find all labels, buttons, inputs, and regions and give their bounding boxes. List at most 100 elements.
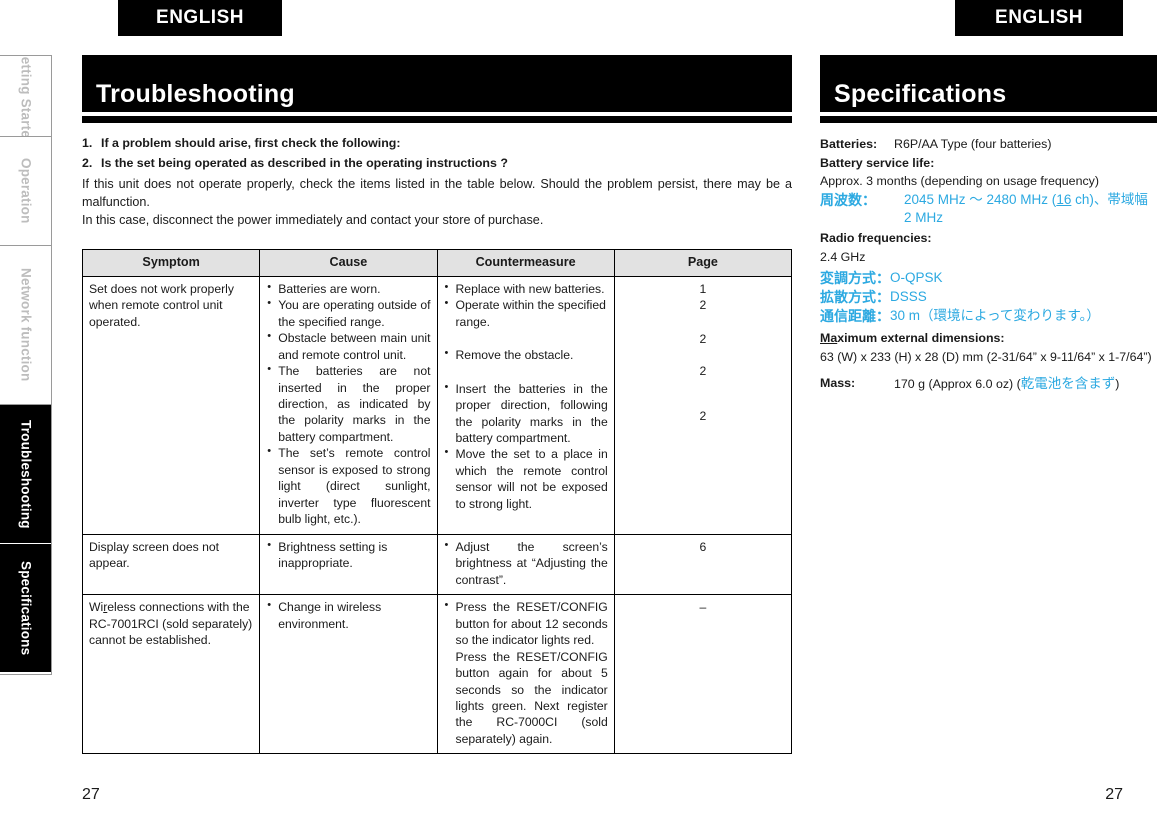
table-row: Display screen does not appear. Brightne… bbox=[81, 533, 793, 596]
spec-label-jp: 拡散方式： bbox=[820, 289, 890, 306]
spec-mass: Mass: 170 g (Approx 6.0 oz) (乾電池を含まず) bbox=[820, 374, 1157, 394]
page-ref: 2 bbox=[699, 298, 707, 313]
cell-countermeasure: Press the RESET/CONFIG button for about … bbox=[436, 594, 615, 755]
cause-item: You are operating outside of the specifi… bbox=[266, 296, 430, 330]
spec-dimensions-value: 63 (W) x 233 (H) x 28 (D) mm (2-31/64” x… bbox=[820, 349, 1152, 364]
spec-label-jp: 変調方式： bbox=[820, 270, 890, 287]
spec-label-jp: 通信距離： bbox=[820, 308, 890, 325]
sidebar-item-specifications[interactable]: Specifications bbox=[0, 544, 51, 673]
page-ref: 2 bbox=[699, 331, 707, 346]
countermeasure-item: Remove the obstacle. bbox=[444, 346, 608, 363]
dims-label-underlined: Ma bbox=[820, 331, 838, 346]
specifications-column: Specifications Batteries: R6P/AA Type (f… bbox=[820, 55, 1157, 395]
cell-cause: Brightness setting is inappropriate. bbox=[259, 533, 438, 596]
header-rule bbox=[820, 116, 1157, 123]
spec-radio-label: Radio frequencies: bbox=[820, 231, 932, 246]
language-tab-right: ENGLISH bbox=[955, 0, 1123, 36]
freq-value-part-a: 2045 MHz ～ 2480 MHz ( bbox=[904, 191, 1057, 207]
page-ref: 2 bbox=[699, 408, 707, 423]
sidebar-item-network-function[interactable]: Network function bbox=[0, 246, 51, 405]
manual-page: ENGLISH ENGLISH Getting Started Operatio… bbox=[0, 0, 1157, 814]
intro-paragraph-2: In this case, disconnect the power immed… bbox=[82, 213, 544, 228]
spec-value-jp: 30 m（環境によって変わります。） bbox=[890, 308, 1100, 324]
symptom-text-suffix: eless connections with the RC-7001RCI (s… bbox=[89, 600, 253, 648]
spec-radio-value: 2.4 GHz bbox=[820, 249, 866, 264]
column-header-cause: Cause bbox=[259, 248, 438, 277]
spec-spread-jp: 拡散方式： DSSS bbox=[820, 288, 1157, 307]
spec-dimensions-label: Maximum external dimensions: bbox=[820, 329, 1157, 348]
page-number-right: 27 bbox=[1105, 786, 1123, 803]
table-header-row: Symptom Cause Countermeasure Page bbox=[81, 248, 793, 277]
specifications-title: Specifications bbox=[820, 55, 1157, 112]
section-sidebar: Getting Started Operation Network functi… bbox=[0, 55, 52, 675]
table-row: Wireless connections with the RC-7001RCI… bbox=[81, 594, 793, 755]
spec-battery-life-label: Battery service life: bbox=[820, 155, 935, 170]
cell-symptom: Display screen does not appear. bbox=[81, 533, 261, 596]
countermeasure-item: Operate within the specified range. bbox=[444, 296, 608, 330]
cell-page: 1 2 2 2 2 bbox=[613, 275, 793, 535]
spec-value-jp: DSSS bbox=[890, 289, 927, 305]
specifications-body: Batteries: R6P/AA Type (four batteries) … bbox=[820, 135, 1157, 395]
mass-value-end: ) bbox=[1115, 377, 1120, 392]
page-ref: 1 bbox=[699, 281, 707, 296]
table-row: Set does not work properly when remote c… bbox=[81, 275, 793, 535]
cell-countermeasure: Replace with new batteries. Operate with… bbox=[436, 275, 615, 535]
page-ref: 2 bbox=[699, 364, 707, 379]
cause-item: Batteries are worn. bbox=[266, 280, 430, 297]
page-number-left: 27 bbox=[82, 786, 100, 803]
countermeasure-item: Adjust the screen’s brightness at “Adjus… bbox=[444, 538, 608, 588]
spec-range-jp: 通信距離： 30 m（環境によって変わります。） bbox=[820, 307, 1157, 326]
spec-value-jp: O-QPSK bbox=[890, 270, 943, 286]
sidebar-item-getting-started[interactable]: Getting Started bbox=[0, 56, 51, 137]
spec-value: R6P/AA Type (four batteries) bbox=[894, 137, 1052, 151]
spec-frequency-jp: 周波数： 2045 MHz ～ 2480 MHz (16 ch)、帯域幅 2 MH… bbox=[820, 191, 1157, 227]
spec-label: Batteries: bbox=[820, 137, 878, 151]
language-tab-left: ENGLISH bbox=[118, 0, 282, 36]
sidebar-item-operation[interactable]: Operation bbox=[0, 137, 51, 246]
cell-page: – bbox=[613, 594, 793, 755]
intro-item-1-text: If a problem should arise, first check t… bbox=[101, 136, 401, 150]
troubleshooting-title: Troubleshooting bbox=[82, 55, 792, 112]
cell-page: 6 bbox=[613, 533, 793, 596]
intro-item-1-number: 1. bbox=[82, 136, 93, 150]
intro-item-2-number: 2. bbox=[82, 155, 93, 170]
spec-label-jp: 周波数： bbox=[820, 191, 876, 208]
mass-value-jp: 乾電池を含まず bbox=[1020, 376, 1116, 392]
intro-paragraph-1: If this unit does not operate properly, … bbox=[82, 176, 792, 210]
intro-item-1: 1. If a problem should arise, first chec… bbox=[82, 135, 792, 153]
sidebar-item-troubleshooting[interactable]: Troubleshooting bbox=[0, 405, 51, 544]
intro-item-2: 2. Is the set being operated as describe… bbox=[82, 155, 792, 173]
symptom-text-prefix: Wi bbox=[89, 600, 104, 615]
sidebar-item-label: Getting Started bbox=[18, 56, 34, 137]
column-header-page: Page bbox=[613, 248, 793, 277]
countermeasure-item: Press the RESET/CONFIG button for about … bbox=[444, 598, 608, 648]
spec-value: 170 g (Approx 6.0 oz) (乾電池を含まず) bbox=[894, 374, 1119, 394]
mass-value-main: 170 g (Approx 6.0 oz) ( bbox=[894, 377, 1021, 392]
troubleshooting-column: Troubleshooting 1. If a problem should a… bbox=[81, 55, 793, 755]
freq-value-part-c: ch)、帯域幅 bbox=[1071, 191, 1148, 207]
countermeasure-item: Move the set to a place in which the rem… bbox=[444, 445, 608, 512]
freq-value-channels: 16 bbox=[1056, 191, 1072, 207]
column-header-symptom: Symptom bbox=[81, 248, 261, 277]
dims-label-rest: ximum external dimensions: bbox=[837, 331, 1005, 346]
spec-battery-life-value: Approx. 3 months (depending on usage fre… bbox=[820, 174, 1099, 189]
header-rule bbox=[82, 116, 792, 123]
spec-batteries: Batteries: R6P/AA Type (four batteries) bbox=[820, 135, 1157, 154]
cell-countermeasure: Adjust the screen’s brightness at “Adjus… bbox=[436, 533, 615, 596]
cell-cause: Change in wireless environment. bbox=[259, 594, 438, 755]
page-ref: – bbox=[699, 600, 707, 615]
countermeasure-item: Replace with new batteries. bbox=[444, 280, 608, 297]
countermeasure-item: Insert the batteries in the proper direc… bbox=[444, 380, 608, 447]
troubleshooting-table: Symptom Cause Countermeasure Page Set do… bbox=[81, 248, 793, 755]
cell-symptom: Set does not work properly when remote c… bbox=[81, 275, 261, 535]
column-header-countermeasure: Countermeasure bbox=[436, 248, 615, 277]
cause-item: The batteries are not inserted in the pr… bbox=[266, 362, 430, 445]
intro-block: 1. If a problem should arise, first chec… bbox=[82, 135, 792, 230]
cell-symptom: Wireless connections with the RC-7001RCI… bbox=[81, 594, 261, 755]
cause-item: Obstacle between main unit and remote co… bbox=[266, 329, 430, 363]
sidebar-item-label: Troubleshooting bbox=[18, 419, 34, 529]
sidebar-item-label: Operation bbox=[18, 158, 34, 224]
cause-item: The set’s remote control sensor is expos… bbox=[266, 444, 430, 527]
sidebar-item-label: Network function bbox=[18, 268, 34, 382]
countermeasure-item: Press the RESET/CONFIG button again for … bbox=[455, 649, 608, 746]
